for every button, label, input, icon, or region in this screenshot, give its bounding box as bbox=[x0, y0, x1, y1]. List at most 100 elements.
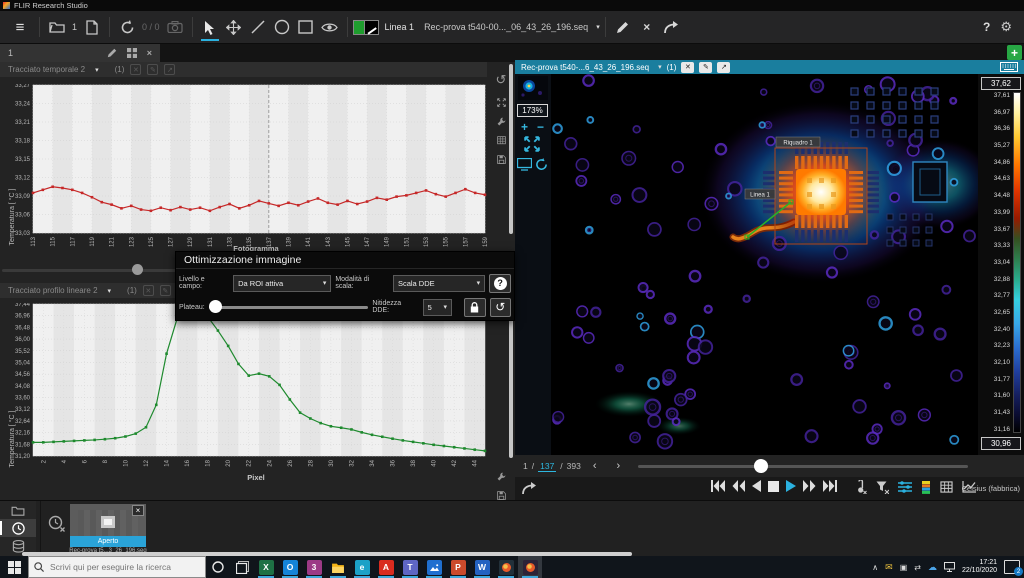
snapshot-button[interactable] bbox=[163, 14, 187, 40]
fit-to-window-icon[interactable] bbox=[524, 136, 540, 152]
panel-scrollbar[interactable] bbox=[509, 64, 513, 234]
viewer-sequence-select[interactable]: Rec-prova t540-...6_43_26_196.seq bbox=[521, 63, 649, 72]
zoom-in-button[interactable]: + bbox=[517, 120, 532, 133]
settings-wrench-icon[interactable] bbox=[495, 117, 508, 126]
play-button[interactable] bbox=[786, 480, 796, 492]
taskbar-clock[interactable]: 17:21 22/10/2020 bbox=[962, 559, 997, 575]
frame-scrubber[interactable] bbox=[638, 459, 968, 473]
values-table-icon[interactable] bbox=[940, 481, 953, 493]
scrubber-handle[interactable] bbox=[754, 459, 768, 473]
layout-grid-icon[interactable] bbox=[127, 48, 137, 58]
zoom-level-indicator[interactable]: 173% bbox=[517, 104, 548, 117]
expand-icon[interactable] bbox=[495, 98, 508, 107]
rotate-icon[interactable] bbox=[535, 158, 548, 171]
keyboard-icon[interactable] bbox=[1000, 62, 1018, 72]
delete-roi-button[interactable]: × bbox=[635, 14, 659, 40]
workspace-tab-1[interactable]: 1 × bbox=[0, 44, 160, 62]
close-tab-icon[interactable]: × bbox=[147, 48, 152, 58]
taskbar-app-excel[interactable]: X bbox=[254, 556, 278, 578]
plateau-slider[interactable] bbox=[209, 300, 369, 314]
sequence-select-dropdown[interactable]: Rec-prova t540-00..._06_43_26_196.seq ▾ bbox=[424, 14, 600, 40]
hamburger-menu-button[interactable]: ≡ bbox=[6, 14, 34, 40]
task-view-button[interactable] bbox=[230, 556, 254, 578]
search-input[interactable] bbox=[48, 561, 198, 573]
zoom-out-button[interactable]: − bbox=[533, 120, 548, 133]
rename-tab-icon[interactable] bbox=[107, 48, 117, 58]
profile-plot-chart[interactable]: 37,4436,9636,4836,0035,5235,0434,5634,08… bbox=[3, 303, 487, 481]
new-document-button[interactable] bbox=[80, 14, 104, 40]
taskbar-app-acrobat[interactable]: A bbox=[374, 556, 398, 578]
notification-center-button[interactable]: 2 bbox=[1004, 560, 1020, 574]
detach-icon[interactable]: ✕ bbox=[143, 285, 154, 296]
move-tool-button[interactable] bbox=[222, 14, 246, 40]
rectangle-roi-tool-button[interactable] bbox=[294, 14, 318, 40]
data-table-icon[interactable] bbox=[495, 136, 508, 144]
network-icon[interactable] bbox=[944, 562, 955, 572]
line-roi-tool-button[interactable] bbox=[246, 14, 270, 40]
export-roi-button[interactable] bbox=[659, 14, 683, 40]
color-scale-bar[interactable] bbox=[1013, 92, 1021, 433]
detach-icon[interactable]: ✕ bbox=[130, 64, 141, 75]
taskbar-app-outlook[interactable]: O bbox=[278, 556, 302, 578]
reset-zoom-icon[interactable]: ↺ bbox=[496, 72, 507, 88]
save-icon[interactable] bbox=[495, 155, 508, 164]
visibility-tool-button[interactable] bbox=[318, 14, 342, 40]
unit-label[interactable]: Celsius (fabbrica) bbox=[962, 484, 1020, 493]
refresh-button[interactable] bbox=[115, 14, 139, 40]
frame-position-input[interactable]: 137 bbox=[538, 461, 556, 472]
line-roi-label[interactable]: Linea 1 bbox=[750, 193, 770, 199]
teamviewer-icon[interactable]: ⇄ bbox=[914, 563, 921, 572]
dde-sharpness-select[interactable]: 5 ▾ bbox=[423, 299, 452, 316]
fast-forward-button[interactable] bbox=[803, 480, 816, 492]
dialog-help-button[interactable]: ? bbox=[489, 274, 511, 293]
rename-roi-button[interactable] bbox=[611, 14, 635, 40]
taskbar-app-photos[interactable] bbox=[422, 556, 446, 578]
cortana-button[interactable] bbox=[206, 556, 230, 578]
box-roi-label[interactable]: Riquadro 1 bbox=[783, 141, 813, 147]
ellipse-roi-tool-button[interactable] bbox=[270, 14, 294, 40]
taskbar-app-word[interactable]: W bbox=[470, 556, 494, 578]
edit-icon[interactable]: ✎ bbox=[160, 285, 171, 296]
overview-thumbnail[interactable] bbox=[518, 76, 548, 100]
step-back-button[interactable] bbox=[752, 480, 761, 492]
slider-handle[interactable] bbox=[209, 300, 222, 313]
lock-scale-button[interactable] bbox=[464, 298, 485, 317]
taskbar-app-teams[interactable]: T bbox=[398, 556, 422, 578]
skip-to-end-button[interactable] bbox=[823, 480, 837, 492]
taskbar-app-file-explorer[interactable] bbox=[326, 556, 350, 578]
rewind-button[interactable] bbox=[732, 480, 745, 492]
previous-frame-chevron[interactable]: ‹ bbox=[585, 460, 605, 472]
viewer-edit-button[interactable]: ✎ bbox=[699, 62, 712, 73]
recent-recordings-tab[interactable] bbox=[0, 519, 36, 537]
temperature-span-toggle-icon[interactable] bbox=[855, 480, 867, 494]
taskbar-app-flir-research-studio[interactable] bbox=[518, 556, 542, 578]
settings-wrench-icon[interactable] bbox=[495, 472, 508, 481]
level-span-select[interactable]: Da ROI attiva ▾ bbox=[233, 275, 331, 292]
scrollbar-handle[interactable] bbox=[132, 264, 143, 275]
help-button[interactable]: ? bbox=[983, 20, 990, 34]
image-optimization-icon[interactable] bbox=[898, 481, 912, 493]
thermal-image-view[interactable]: Riquadro 1 Linea 1 bbox=[551, 74, 978, 455]
dialog-reset-button[interactable]: ↺ bbox=[490, 298, 511, 317]
scale-mode-select[interactable]: Scala DDE ▾ bbox=[393, 275, 485, 292]
palette-icon[interactable] bbox=[921, 481, 931, 494]
edit-icon[interactable]: ✎ bbox=[147, 64, 158, 75]
filter-off-icon[interactable] bbox=[876, 481, 889, 494]
display-mode-icon[interactable] bbox=[517, 158, 532, 171]
taskbar-app-powerpoint[interactable]: P bbox=[446, 556, 470, 578]
taskbar-app-paint-3d[interactable]: 3 bbox=[302, 556, 326, 578]
chart1-header[interactable]: Tracciato temporale 2 ▾ (1) ✕✎↗ bbox=[0, 62, 487, 77]
library-folder-tab[interactable] bbox=[0, 501, 36, 519]
save-icon[interactable] bbox=[495, 491, 508, 500]
taskbar-search[interactable] bbox=[28, 556, 206, 578]
select-tool-button[interactable] bbox=[198, 14, 222, 40]
skip-to-start-button[interactable] bbox=[711, 480, 725, 492]
close-recording-button[interactable]: × bbox=[132, 505, 144, 516]
settings-gear-button[interactable]: ⚙ bbox=[1000, 19, 1012, 35]
onedrive-cloud-icon[interactable]: ☁ bbox=[928, 562, 937, 573]
export-icon[interactable]: ↗ bbox=[164, 64, 175, 75]
next-frame-chevron[interactable]: › bbox=[609, 460, 629, 472]
taskbar-app-edge[interactable]: e bbox=[350, 556, 374, 578]
viewer-export-button[interactable]: ↗ bbox=[717, 62, 730, 73]
temporal-plot-chart[interactable]: 33,2733,2433,2133,1833,1533,1233,0933,06… bbox=[3, 84, 487, 258]
